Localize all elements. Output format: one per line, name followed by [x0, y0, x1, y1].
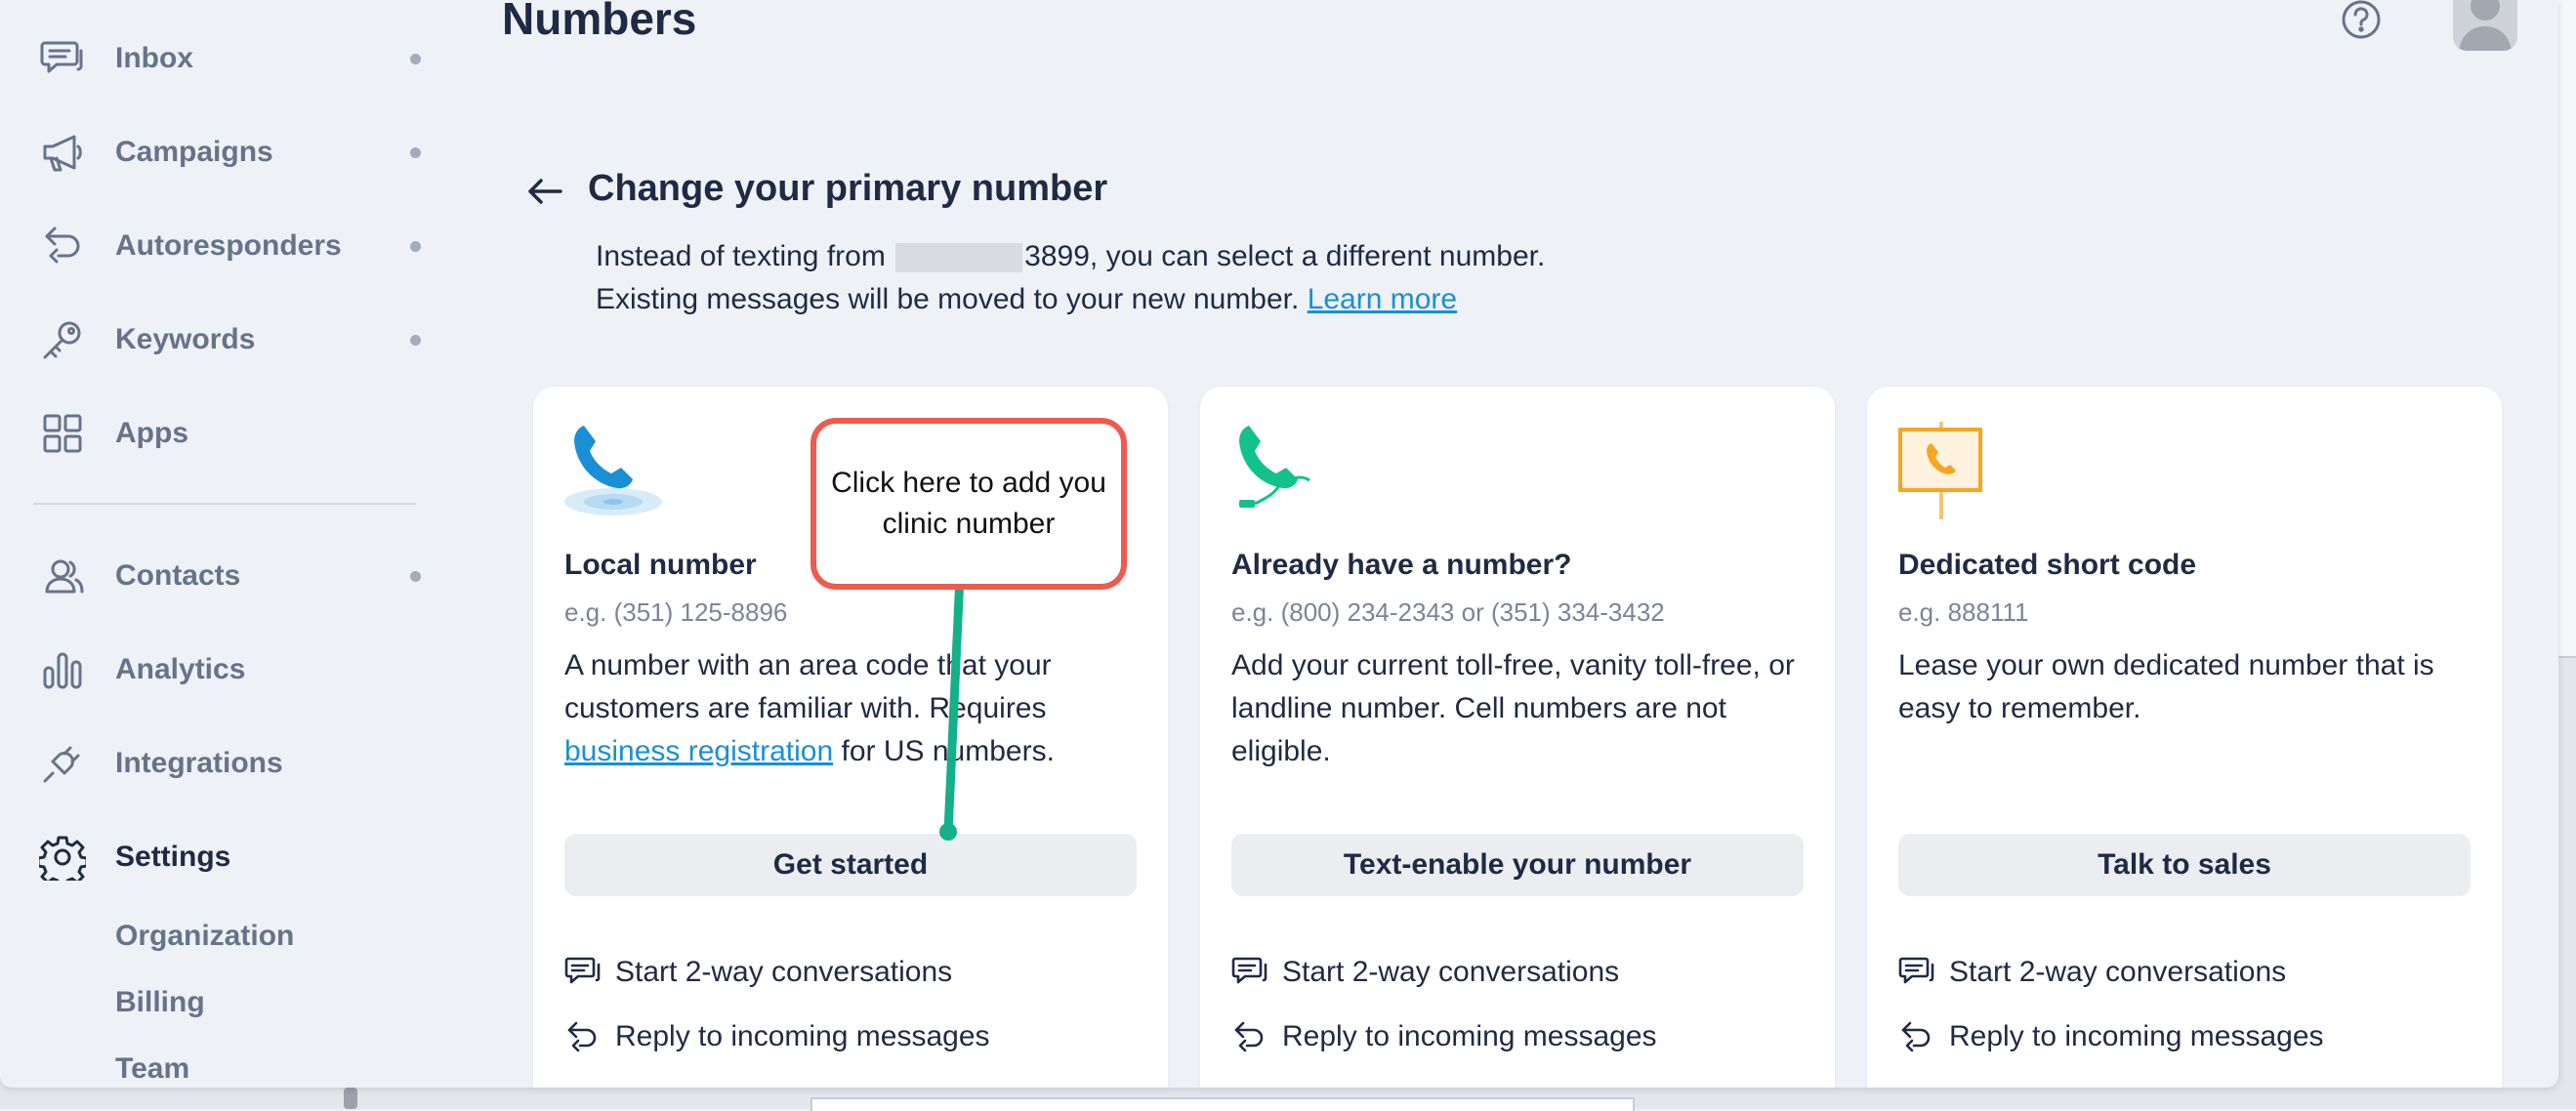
bar-chart-icon	[37, 644, 88, 695]
description-text: A number with an area code that your cus…	[564, 649, 1052, 724]
card-short-code: Dedicated short code e.g. 888111 Lease y…	[1867, 387, 2502, 1088]
section-title: Change your primary number	[588, 168, 1108, 209]
feature-label: Start 2-way conversations	[1949, 956, 2287, 988]
app-window: Inbox Campaigns Autoresponders Keywords …	[0, 0, 2558, 1088]
card-example: e.g. (800) 234-2343 or (351) 334-3432	[1231, 597, 1665, 627]
card-title: Dedicated short code	[1898, 549, 2197, 581]
sidebar-divider	[33, 503, 416, 505]
card-example: e.g. 888111	[1898, 597, 2029, 627]
card-title: Local number	[564, 549, 757, 581]
feature-label: Reply to incoming messages	[615, 1020, 990, 1052]
card-example: e.g. (351) 125-8896	[564, 597, 788, 627]
feature-label: Reply to incoming messages	[1949, 1020, 2324, 1052]
sidebar-item-label: Autoresponders	[115, 229, 342, 262]
sidebar-item-label: Inbox	[115, 42, 193, 74]
status-dot	[410, 334, 421, 346]
section-description: Instead of texting from 3899, you can se…	[596, 240, 1545, 273]
feature-item: Start 2-way conversations	[1898, 953, 2286, 992]
reply-icon	[1901, 1021, 1931, 1052]
status-dot	[410, 146, 421, 158]
grid-icon	[37, 408, 88, 459]
card-description: Lease your own dedicated number that is …	[1898, 649, 2434, 724]
sidebar-subitem-billing[interactable]: Billing	[115, 986, 205, 1019]
description-text: 3899, you can select a different number.	[1024, 240, 1546, 272]
sidebar-item-settings[interactable]: Settings	[0, 818, 459, 896]
status-dot	[410, 570, 421, 582]
feature-label: Start 2-way conversations	[1282, 956, 1620, 988]
text-enable-number-button[interactable]: Text-enable your number	[1231, 834, 1804, 896]
sidebar-item-label: Campaigns	[115, 136, 273, 168]
page-title: Numbers	[502, 0, 697, 44]
key-icon	[37, 314, 88, 365]
megaphone-icon	[37, 127, 88, 178]
sidebar-item-label: Analytics	[115, 653, 246, 685]
feature-item: Start 2-way conversations	[1231, 953, 1619, 992]
feature-item: Reply to incoming messages	[1898, 1017, 2324, 1056]
status-dot	[410, 53, 421, 64]
feature-item: Reply to incoming messages	[564, 1017, 990, 1056]
card-existing-number: Already have a number? e.g. (800) 234-23…	[1200, 387, 1835, 1088]
sidebar-item-contacts[interactable]: Contacts	[0, 537, 459, 615]
sidebar-item-label: Integrations	[115, 747, 283, 779]
sidebar-item-label: Keywords	[115, 323, 256, 355]
business-registration-link[interactable]: business registration	[564, 735, 833, 767]
card-title: Already have a number?	[1231, 549, 1572, 581]
sidebar-item-analytics[interactable]: Analytics	[0, 631, 459, 709]
sidebar-subitem-team[interactable]: Team	[115, 1052, 189, 1086]
feature-item: Start 2-way conversations	[564, 953, 952, 992]
talk-to-sales-button[interactable]: Talk to sales	[1898, 834, 2471, 896]
reply-icon	[567, 1021, 597, 1052]
chat-bubbles-icon	[37, 33, 88, 84]
sidebar-item-campaigns[interactable]: Campaigns	[0, 113, 459, 191]
avatar[interactable]	[2453, 0, 2517, 51]
redacted-number	[895, 243, 1023, 273]
billboard-phone-icon	[1896, 422, 2004, 519]
learn-more-link[interactable]: Learn more	[1308, 283, 1457, 315]
card-description: A number with an area code that your cus…	[564, 644, 1150, 773]
sidebar-item-integrations[interactable]: Integrations	[0, 724, 459, 802]
feature-item: Reply to incoming messages	[1231, 1017, 1657, 1056]
sidebar-item-apps[interactable]: Apps	[0, 394, 459, 473]
window-resize-handle[interactable]	[344, 1088, 357, 1109]
description-text: for US numbers.	[841, 735, 1055, 767]
sidebar-item-label: Contacts	[115, 559, 241, 592]
chat-bubbles-icon	[1898, 957, 1934, 984]
section-description: Existing messages will be moved to your …	[596, 283, 1457, 316]
sidebar-item-keywords[interactable]: Keywords	[0, 301, 459, 379]
sidebar-item-label: Settings	[115, 841, 231, 873]
chat-bubbles-icon	[1231, 957, 1267, 984]
card-description: Add your current toll-free, vanity toll-…	[1231, 649, 1795, 767]
description-text: Existing messages will be moved to your …	[596, 283, 1300, 315]
reply-icon	[1234, 1021, 1264, 1052]
contacts-icon	[37, 551, 88, 601]
chat-bubbles-icon	[564, 957, 601, 984]
gear-icon	[37, 832, 88, 883]
sidebar-item-label: Apps	[115, 417, 188, 449]
plug-icon	[37, 738, 88, 789]
feature-label: Start 2-way conversations	[615, 956, 953, 988]
sidebar-item-inbox[interactable]: Inbox	[0, 20, 459, 98]
get-started-button[interactable]: Get started	[564, 834, 1137, 896]
sidebar-subitem-organization[interactable]: Organization	[115, 920, 294, 953]
status-dot	[410, 240, 421, 252]
feature-label: Reply to incoming messages	[1282, 1020, 1657, 1052]
annotation-callout: Click here to add you clinic number	[810, 418, 1127, 590]
reply-arrows-icon	[37, 221, 88, 271]
help-icon[interactable]	[2340, 0, 2383, 41]
back-arrow-icon[interactable]	[523, 172, 566, 211]
phone-plug-icon	[1229, 422, 1337, 519]
phone-icon	[562, 422, 670, 519]
description-text: Instead of texting from	[596, 240, 886, 272]
sidebar-item-autoresponders[interactable]: Autoresponders	[0, 207, 459, 285]
